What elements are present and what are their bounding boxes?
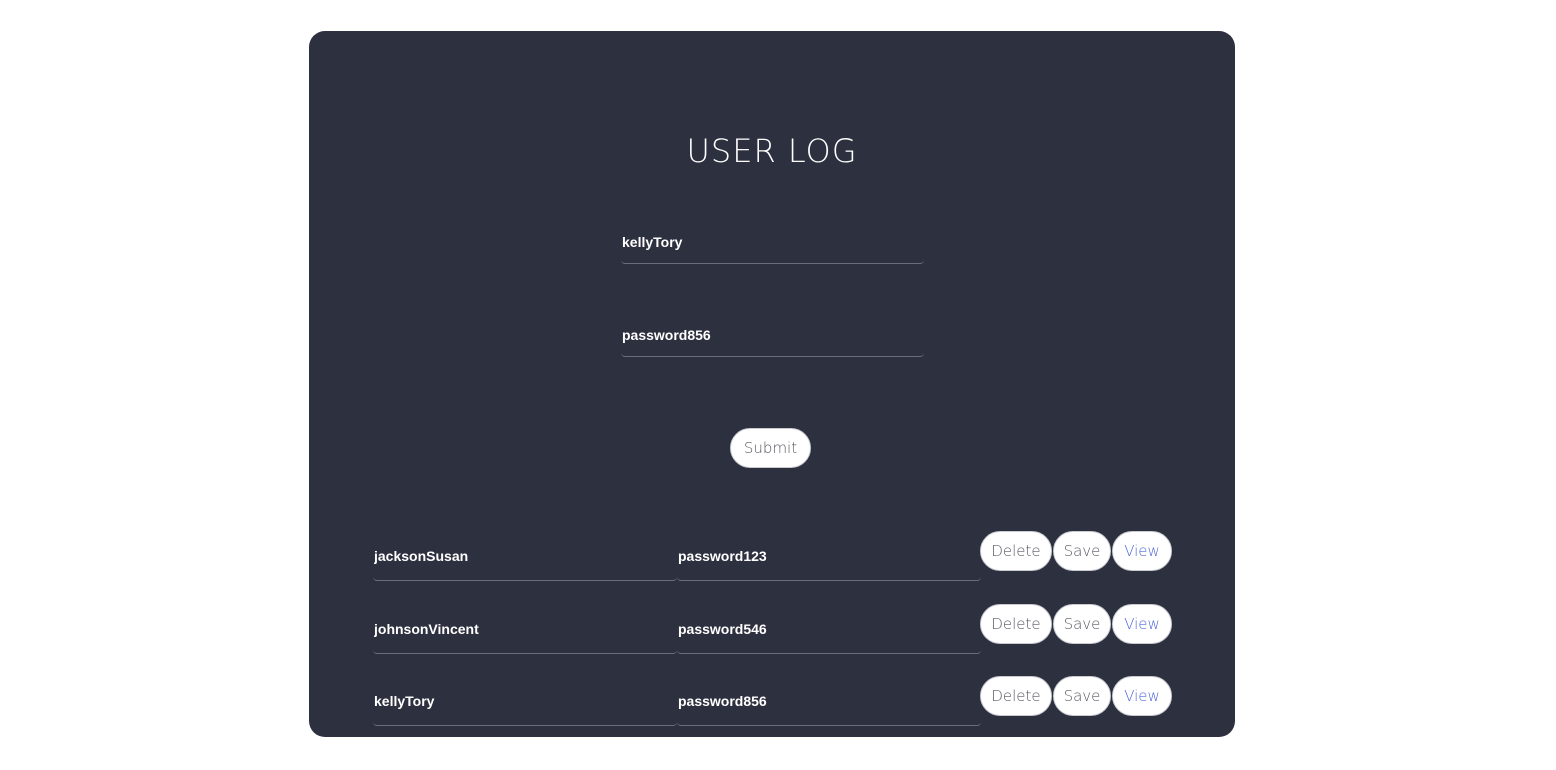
- table-row: Delete Save View: [309, 676, 1235, 726]
- view-button[interactable]: View: [1112, 604, 1172, 644]
- delete-button[interactable]: Delete: [980, 676, 1052, 716]
- user-log-card: USER LOG Submit Delete Save View Delete …: [309, 31, 1235, 737]
- username-input[interactable]: [621, 220, 924, 264]
- entry-username-field[interactable]: [373, 676, 677, 726]
- table-row: Delete Save View: [309, 531, 1235, 581]
- password-input[interactable]: [621, 313, 924, 357]
- delete-button[interactable]: Delete: [980, 604, 1052, 644]
- save-button[interactable]: Save: [1053, 604, 1111, 644]
- table-row: Delete Save View: [309, 604, 1235, 654]
- page-title: USER LOG: [686, 132, 858, 170]
- entry-password-field[interactable]: [677, 531, 981, 581]
- view-button[interactable]: View: [1112, 531, 1172, 571]
- entry-username-field[interactable]: [373, 531, 677, 581]
- entry-username-field[interactable]: [373, 604, 677, 654]
- delete-button[interactable]: Delete: [980, 531, 1052, 571]
- entry-password-field[interactable]: [677, 676, 981, 726]
- submit-button[interactable]: Submit: [730, 428, 811, 468]
- view-button[interactable]: View: [1112, 676, 1172, 716]
- save-button[interactable]: Save: [1053, 676, 1111, 716]
- save-button[interactable]: Save: [1053, 531, 1111, 571]
- entry-password-field[interactable]: [677, 604, 981, 654]
